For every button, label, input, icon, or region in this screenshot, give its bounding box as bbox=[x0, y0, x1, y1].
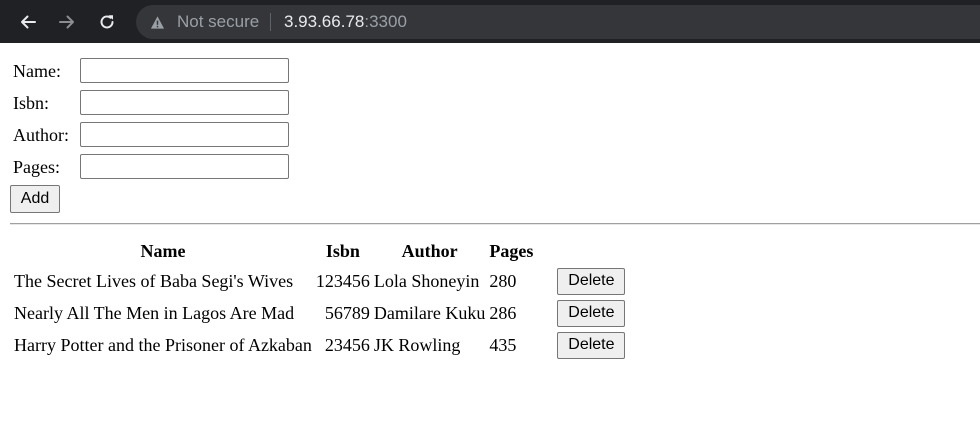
divider bbox=[10, 223, 980, 225]
pages-label: Pages: bbox=[13, 157, 60, 177]
url-text[interactable]: 3.93.66.78:3300 bbox=[284, 5, 407, 39]
delete-button[interactable]: Delete bbox=[557, 299, 626, 327]
table-header-row: Name Isbn Author Pages bbox=[13, 238, 626, 264]
cell-name: Nearly All The Men in Lagos Are Mad bbox=[14, 302, 295, 323]
cell-actions: Delete bbox=[536, 330, 626, 360]
cell-author: JK Rowling bbox=[373, 334, 461, 355]
cell-isbn: 23456 bbox=[324, 334, 370, 355]
delete-button[interactable]: Delete bbox=[557, 331, 626, 359]
header-name: Name bbox=[140, 240, 186, 261]
name-input[interactable] bbox=[80, 58, 289, 83]
cell-pages: 280 bbox=[489, 270, 517, 291]
name-label: Name: bbox=[13, 61, 61, 81]
books-table: Name Isbn Author Pages The Secret Lives … bbox=[11, 236, 628, 362]
delete-button[interactable]: Delete bbox=[557, 267, 626, 295]
cell-isbn: 56789 bbox=[324, 302, 370, 323]
cell-isbn: 123456 bbox=[315, 270, 370, 291]
table-row: Nearly All The Men in Lagos Are Mad 5678… bbox=[13, 298, 626, 328]
security-indicator[interactable]: Not secure bbox=[150, 5, 259, 39]
back-button[interactable] bbox=[15, 9, 41, 35]
address-bar[interactable]: Not secure 3.93.66.78:3300 bbox=[136, 5, 980, 39]
header-actions bbox=[536, 238, 626, 264]
header-author: Author bbox=[401, 240, 458, 261]
reload-icon bbox=[100, 15, 114, 29]
cell-name: The Secret Lives of Baba Segi's Wives bbox=[14, 270, 294, 291]
header-isbn: Isbn bbox=[325, 240, 360, 261]
url-port: :3300 bbox=[364, 12, 407, 31]
pages-input[interactable] bbox=[80, 154, 289, 179]
author-input[interactable] bbox=[80, 122, 289, 147]
forward-icon bbox=[59, 15, 74, 29]
security-status-text: Not secure bbox=[177, 12, 260, 31]
forward-button[interactable] bbox=[54, 9, 80, 35]
header-pages: Pages bbox=[489, 240, 534, 261]
cell-actions: Delete bbox=[536, 266, 626, 296]
address-divider bbox=[270, 13, 271, 31]
cell-author: Lola Shoneyin bbox=[373, 270, 480, 291]
url-host: 3.93.66.78 bbox=[284, 12, 365, 31]
cell-pages: 435 bbox=[489, 334, 517, 355]
isbn-input[interactable] bbox=[80, 90, 289, 115]
author-label: Author: bbox=[13, 125, 69, 145]
warning-icon bbox=[150, 15, 165, 29]
cell-pages: 286 bbox=[489, 302, 517, 323]
cell-actions: Delete bbox=[536, 298, 626, 328]
back-icon bbox=[21, 15, 36, 29]
browser-toolbar: Not secure 3.93.66.78:3300 bbox=[0, 0, 980, 43]
add-button[interactable]: Add bbox=[10, 185, 60, 213]
reload-button[interactable] bbox=[94, 9, 120, 35]
table-row: The Secret Lives of Baba Segi's Wives 12… bbox=[13, 266, 626, 296]
cell-name: Harry Potter and the Prisoner of Azkaban bbox=[14, 334, 312, 355]
table-row: Harry Potter and the Prisoner of Azkaban… bbox=[13, 330, 626, 360]
isbn-label: Isbn: bbox=[13, 93, 49, 113]
cell-author: Damilare Kuku bbox=[373, 302, 486, 323]
